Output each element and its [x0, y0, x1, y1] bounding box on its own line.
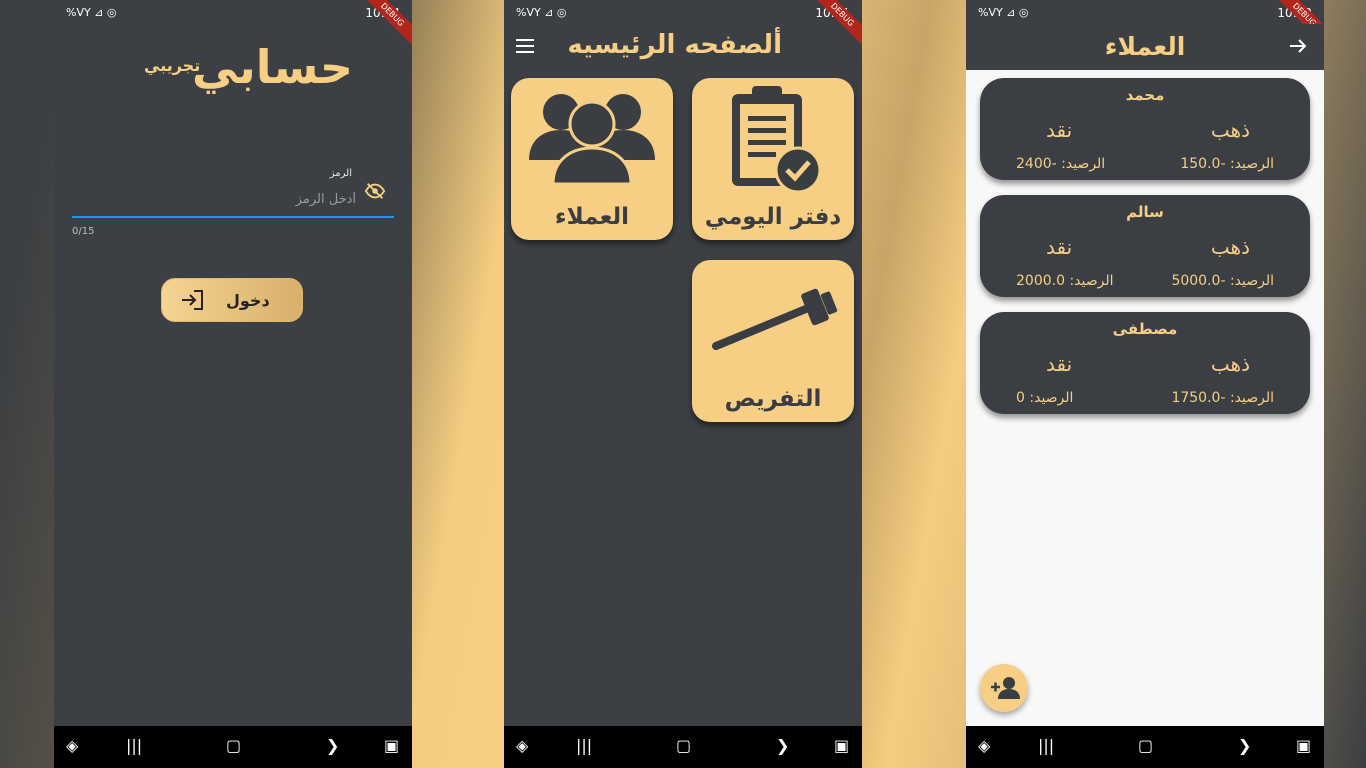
customer-name: محمد [1125, 86, 1165, 104]
home-icon[interactable]: ▢ [226, 736, 241, 755]
customer-card[interactable]: محمد ذهب نقد الرصيد: -150.0 الرصيد: -240… [980, 78, 1310, 180]
tile-daily-journal[interactable]: دفتر اليومي [692, 78, 854, 240]
login-button-label: دخول [226, 291, 270, 310]
person-add-icon [991, 677, 1020, 699]
home-screen: %VY ⊿ ◎ 10:41 DEBUG ألصفحه الرئيسيه دفتر… [504, 0, 862, 768]
gold-label: ذهب [1210, 118, 1250, 142]
status-left: %VY ⊿ ◎ [978, 6, 1029, 19]
customer-name: سالم [1126, 203, 1164, 221]
input-underline [72, 216, 394, 218]
cash-balance: الرصيد: 0 [1016, 390, 1074, 406]
cash-balance: الرصيد: 2000.0 [1016, 273, 1114, 289]
game-icon[interactable]: ◈ [978, 736, 990, 755]
recents-icon[interactable]: ||| [126, 736, 142, 755]
recents-icon[interactable]: ||| [1038, 736, 1054, 755]
cash-label: نقد [1046, 235, 1073, 259]
arrow-forward-icon[interactable] [1288, 36, 1308, 60]
customers-list: محمد ذهب نقد الرصيد: -150.0 الرصيد: -240… [966, 70, 1324, 726]
system-nav-bar: ◈ ||| ▢ ❯ ▣ [504, 726, 862, 768]
customer-card[interactable]: سالم ذهب نقد الرصيد: -5000.0 الرصيد: 200… [980, 195, 1310, 297]
assist-icon[interactable]: ▣ [384, 736, 399, 755]
tile-tafrees[interactable]: التفريص [692, 260, 854, 422]
login-icon [180, 289, 204, 315]
add-customer-button[interactable] [980, 664, 1028, 712]
tile-customers[interactable]: العملاء [511, 78, 673, 240]
back-icon[interactable]: ❯ [776, 736, 789, 755]
customer-name: مصطفى [1112, 320, 1178, 338]
system-nav-bar: ◈ ||| ▢ ❯ ▣ [54, 726, 412, 768]
page-title: ألصفحه الرئيسيه [567, 30, 782, 60]
gold-balance: الرصيد: -1750.0 [1171, 390, 1274, 406]
gold-label: ذهب [1210, 352, 1250, 376]
gold-balance: الرصيد: -5000.0 [1171, 273, 1274, 289]
cash-balance: الرصيد: -2400 [1016, 156, 1106, 172]
game-icon[interactable]: ◈ [516, 736, 528, 755]
status-bar: %VY ⊿ ◎ 10:44 [54, 0, 412, 24]
status-left: %VY ⊿ ◎ [516, 6, 567, 19]
home-icon[interactable]: ▢ [1138, 736, 1153, 755]
tile-label: العملاء [554, 204, 630, 230]
tile-label: دفتر اليومي [704, 204, 842, 230]
app-logo-sub: تجريبي [144, 56, 201, 75]
status-bar: %VY ⊿ ◎ 10:41 [504, 0, 862, 24]
cash-label: نقد [1046, 352, 1073, 376]
code-field-label: الرمز [329, 168, 352, 179]
status-left: %VY ⊿ ◎ [66, 6, 117, 19]
assist-icon[interactable]: ▣ [834, 736, 849, 755]
recents-icon[interactable]: ||| [576, 736, 592, 755]
login-screen: %VY ⊿ ◎ 10:44 DEBUG حسابي تجريبي الرمز 0… [54, 0, 412, 768]
login-button[interactable]: دخول [161, 278, 303, 322]
assist-icon[interactable]: ▣ [1296, 736, 1311, 755]
menu-icon[interactable] [516, 39, 534, 57]
code-input[interactable] [72, 186, 358, 212]
back-icon[interactable]: ❯ [1238, 736, 1251, 755]
customer-card[interactable]: مصطفى ذهب نقد الرصيد: -1750.0 الرصيد: 0 [980, 312, 1310, 414]
status-bar: %VY ⊿ ◎ 10:42 [966, 0, 1324, 24]
app-bar: العملاء [966, 24, 1324, 70]
cash-label: نقد [1046, 118, 1073, 142]
customers-icon [529, 94, 655, 186]
tool-icon [712, 288, 838, 350]
visibility-off-icon[interactable] [364, 180, 386, 206]
gold-label: ذهب [1210, 235, 1250, 259]
app-logo: حسابي [192, 40, 354, 94]
page-title: العملاء [1104, 32, 1186, 61]
tile-label: التفريص [724, 386, 822, 412]
char-counter: 0/15 [72, 226, 95, 237]
customers-screen: %VY ⊿ ◎ 10:42 DEBUG العملاء محمد ذهب نقد… [966, 0, 1324, 768]
back-icon[interactable]: ❯ [326, 736, 339, 755]
home-icon[interactable]: ▢ [676, 736, 691, 755]
clipboard-check-icon [732, 86, 822, 194]
game-icon[interactable]: ◈ [66, 736, 78, 755]
app-bar: ألصفحه الرئيسيه [504, 24, 862, 70]
system-nav-bar: ◈ ||| ▢ ❯ ▣ [966, 726, 1324, 768]
gold-balance: الرصيد: -150.0 [1180, 156, 1274, 172]
